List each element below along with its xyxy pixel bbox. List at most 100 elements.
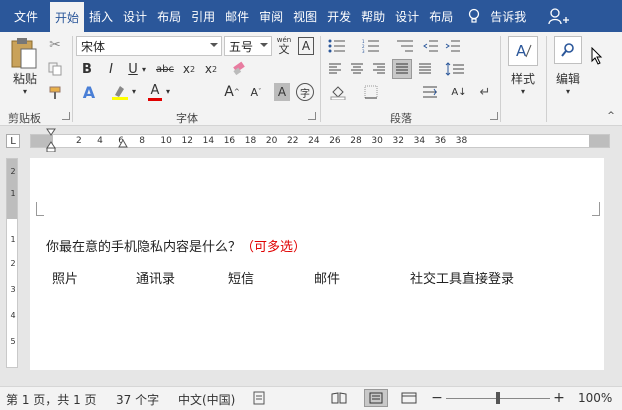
tab-design[interactable]: 设计 <box>118 0 152 32</box>
ruler-tick-label: 24 <box>308 136 320 146</box>
language-status[interactable]: 中文(中国) <box>178 391 235 408</box>
paste-icon[interactable] <box>8 36 40 70</box>
clear-formatting-icon[interactable] <box>230 60 248 78</box>
first-line-indent-marker[interactable] <box>46 128 56 152</box>
tab-selector-icon[interactable]: L <box>6 134 20 148</box>
chinese-layout-icon[interactable] <box>420 83 440 101</box>
highlight-dropdown-icon[interactable]: ▾ <box>130 86 138 96</box>
show-marks-icon[interactable]: ↵ <box>476 83 494 101</box>
zoom-out-icon[interactable]: − <box>430 390 444 406</box>
paste-dropdown-icon[interactable]: ▾ <box>20 86 30 96</box>
find-icon[interactable] <box>554 36 582 64</box>
align-center-icon[interactable] <box>348 60 366 78</box>
tab-developer[interactable]: 开发 <box>322 0 356 32</box>
align-right-icon[interactable] <box>370 60 388 78</box>
option-item[interactable]: 邮件 <box>314 268 340 287</box>
option-item[interactable]: 通讯录 <box>136 268 175 287</box>
document-page[interactable]: 你最在意的手机隐私内容是什么？（可多选） 照片 通讯录 短信 邮件 社交工具直接… <box>30 158 604 370</box>
separator <box>500 36 501 122</box>
share-account-icon[interactable] <box>548 0 570 32</box>
distributed-icon[interactable] <box>416 60 434 78</box>
align-left-icon[interactable] <box>326 60 344 78</box>
mouse-cursor-icon <box>590 46 604 66</box>
word-count-status[interactable]: 37 个字 <box>116 391 159 408</box>
char-shading-icon[interactable]: A <box>274 83 290 101</box>
lightbulb-icon <box>469 8 480 23</box>
phonetic-guide-icon[interactable]: wén 文 <box>274 35 294 57</box>
tab-home[interactable]: 开始 <box>50 2 85 32</box>
accessibility-icon[interactable] <box>252 391 266 405</box>
format-painter-icon[interactable] <box>46 84 64 102</box>
option-item[interactable]: 社交工具直接登录 <box>410 268 514 287</box>
bullets-icon[interactable] <box>326 37 348 55</box>
styles-dropdown-icon[interactable]: ▾ <box>518 86 528 96</box>
print-layout-icon[interactable] <box>364 389 388 407</box>
editing-dropdown-icon[interactable]: ▾ <box>563 86 573 96</box>
option-item[interactable]: 照片 <box>52 268 78 287</box>
option-item[interactable]: 短信 <box>228 268 254 287</box>
ruler-tick-label: 26 <box>329 136 341 146</box>
paragraph-launcher-icon[interactable] <box>490 112 498 120</box>
increase-indent-icon[interactable] <box>444 37 462 55</box>
styles-icon[interactable]: A <box>508 36 538 66</box>
collapse-ribbon-icon[interactable]: ^ <box>604 110 618 122</box>
editing-button[interactable]: 编辑 <box>550 70 586 86</box>
shrink-font-icon[interactable]: Aˇ <box>246 82 266 102</box>
sort-icon[interactable]: A↓ <box>450 83 468 101</box>
styles-button[interactable]: 样式 <box>505 70 541 86</box>
enclose-char-icon[interactable]: 字 <box>296 83 314 101</box>
highlight-color-icon[interactable] <box>110 82 130 102</box>
decrease-indent-icon[interactable] <box>422 37 440 55</box>
clipboard-launcher-icon[interactable] <box>62 112 70 120</box>
horizontal-ruler[interactable]: 2 4 6 8 10 12 14 16 18 20 22 24 26 28 30 32 34 36 38 <box>30 134 610 148</box>
tab-mailings[interactable]: 邮件 <box>220 0 254 32</box>
italic-icon[interactable]: I <box>102 60 120 78</box>
cut-icon[interactable]: ✂ <box>46 36 64 54</box>
tab-file[interactable]: 文件 <box>0 0 50 32</box>
page-count-status[interactable]: 第 1 页，共 1 页 <box>6 391 97 408</box>
zoom-slider-thumb[interactable] <box>496 392 500 404</box>
tab-review[interactable]: 审阅 <box>254 0 288 32</box>
zoom-level[interactable]: 100% <box>578 391 612 405</box>
tab-references[interactable]: 引用 <box>186 0 220 32</box>
tell-me-search[interactable]: 告诉我 <box>468 0 548 32</box>
copy-icon[interactable] <box>46 60 64 78</box>
multilevel-list-icon[interactable] <box>394 37 416 55</box>
tab-table-layout[interactable]: 布局 <box>424 0 458 32</box>
table-column-marker[interactable] <box>118 138 128 148</box>
justify-icon[interactable] <box>392 59 412 79</box>
ruler-tick-label: 32 <box>392 136 404 146</box>
font-launcher-icon[interactable] <box>308 112 316 120</box>
tab-help[interactable]: 帮助 <box>356 0 390 32</box>
underline-dropdown-icon[interactable]: ▾ <box>140 64 148 74</box>
tab-view[interactable]: 视图 <box>288 0 322 32</box>
numbering-icon[interactable]: 123 <box>360 37 382 55</box>
vertical-scrollbar[interactable] <box>606 154 622 376</box>
ruler-tick-label: 28 <box>350 136 362 146</box>
line-spacing-icon[interactable] <box>444 60 466 78</box>
font-size-combo[interactable]: 五号 <box>224 36 272 56</box>
web-layout-icon[interactable] <box>400 390 418 406</box>
tab-insert[interactable]: 插入 <box>84 0 118 32</box>
vertical-ruler[interactable]: 2 1 1 2 3 4 5 <box>6 158 18 368</box>
bold-icon[interactable]: B <box>78 60 96 78</box>
question-paragraph[interactable]: 你最在意的手机隐私内容是什么？（可多选） <box>46 236 306 255</box>
font-color-dropdown-icon[interactable]: ▾ <box>164 86 172 96</box>
paste-button-label[interactable]: 粘贴 <box>8 70 42 86</box>
tab-layout[interactable]: 布局 <box>152 0 186 32</box>
read-mode-icon[interactable] <box>330 390 348 406</box>
strikethrough-icon[interactable]: abc <box>154 60 176 78</box>
subscript-icon[interactable]: x2 <box>180 60 198 78</box>
superscript-icon[interactable]: x2 <box>202 60 220 78</box>
borders-icon[interactable] <box>360 83 382 101</box>
text-effects-icon[interactable]: A <box>80 82 98 102</box>
paragraph-group-label: 段落 <box>390 112 412 125</box>
char-border-icon[interactable]: A <box>298 37 314 55</box>
font-color-icon[interactable]: A <box>146 82 164 102</box>
font-name-combo[interactable]: 宋体 <box>76 36 222 56</box>
ruler-tick-label: 16 <box>223 136 236 146</box>
grow-font-icon[interactable]: A ^ <box>222 82 242 102</box>
tab-table-design[interactable]: 设计 <box>390 0 424 32</box>
zoom-in-icon[interactable]: + <box>552 390 566 406</box>
shading-icon[interactable] <box>328 83 350 101</box>
